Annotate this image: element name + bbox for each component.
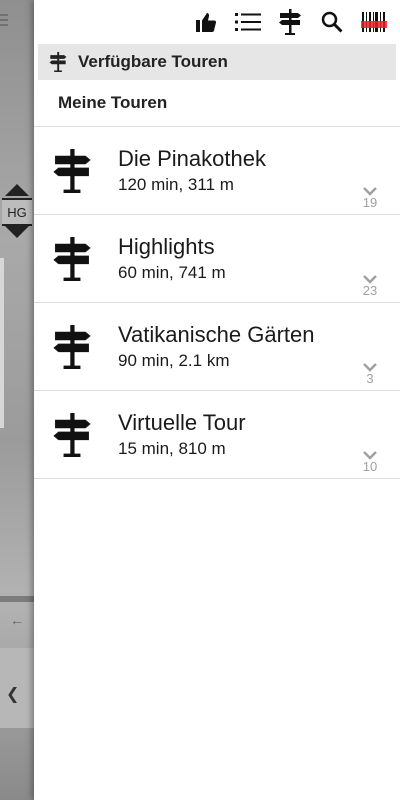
signpost-icon xyxy=(49,52,67,72)
floor-up-icon xyxy=(5,184,29,196)
like-button[interactable] xyxy=(186,2,226,42)
tour-meta: 60 min, 741 m xyxy=(118,262,226,282)
signpost-icon xyxy=(53,148,91,193)
tour-item-virtuelle-tour[interactable]: Virtuelle Tour 15 min, 810 m 10 xyxy=(34,391,400,479)
floor-selector[interactable]: HG xyxy=(2,184,32,240)
tours-button[interactable] xyxy=(270,2,310,42)
barcode-scan-button[interactable] xyxy=(354,2,394,42)
tour-list: Die Pinakothek 120 min, 311 m 19 Highlig… xyxy=(34,127,400,479)
tour-meta: 90 min, 2.1 km xyxy=(118,350,230,370)
search-button[interactable] xyxy=(312,2,352,42)
tour-item-highlights[interactable]: Highlights 60 min, 741 m 23 xyxy=(34,215,400,303)
tour-count: 23 xyxy=(362,283,378,298)
tour-name: Highlights xyxy=(118,233,215,259)
tour-name: Virtuelle Tour xyxy=(118,409,246,435)
tour-item-vatikanische-gaerten[interactable]: Vatikanische Gärten 90 min, 2.1 km 3 xyxy=(34,303,400,391)
my-tours-subheader: Meine Touren xyxy=(34,80,400,127)
tour-count: 19 xyxy=(362,195,378,210)
tour-meta: 120 min, 311 m xyxy=(118,174,234,194)
arrow-left-icon: ← xyxy=(10,612,24,628)
list-icon xyxy=(235,13,261,31)
chevron-left-icon: ❮ xyxy=(6,686,20,703)
floor-label: HG xyxy=(2,198,32,226)
tour-count: 3 xyxy=(366,371,374,386)
thumbs-up-icon xyxy=(196,13,217,32)
signpost-icon xyxy=(279,9,301,35)
signpost-icon xyxy=(53,236,91,281)
signpost-icon xyxy=(53,324,91,369)
tour-expand-button[interactable]: 23 xyxy=(358,275,382,298)
toolbar xyxy=(34,0,400,44)
tour-name: Vatikanische Gärten xyxy=(118,321,315,347)
tour-expand-button[interactable]: 19 xyxy=(358,187,382,210)
tour-count: 10 xyxy=(362,459,378,474)
menu-icon xyxy=(0,14,8,28)
tour-expand-button[interactable]: 3 xyxy=(358,363,382,386)
barcode-scanner-icon xyxy=(361,12,387,32)
tour-expand-button[interactable]: 10 xyxy=(358,451,382,474)
tour-name: Die Pinakothek xyxy=(118,145,266,171)
tour-meta: 15 min, 810 m xyxy=(118,438,226,458)
list-button[interactable] xyxy=(228,2,268,42)
section-title: Verfügbare Touren xyxy=(78,52,228,71)
background-panel xyxy=(0,258,4,428)
signpost-icon xyxy=(53,412,91,457)
tour-item-pinakothek[interactable]: Die Pinakothek 120 min, 311 m 19 xyxy=(34,127,400,215)
floor-down-icon xyxy=(5,226,29,238)
available-tours-header: Verfügbare Touren xyxy=(38,44,396,80)
search-icon xyxy=(321,11,343,33)
tours-drawer: Verfügbare Touren Meine Touren Die Pinak… xyxy=(34,0,400,800)
